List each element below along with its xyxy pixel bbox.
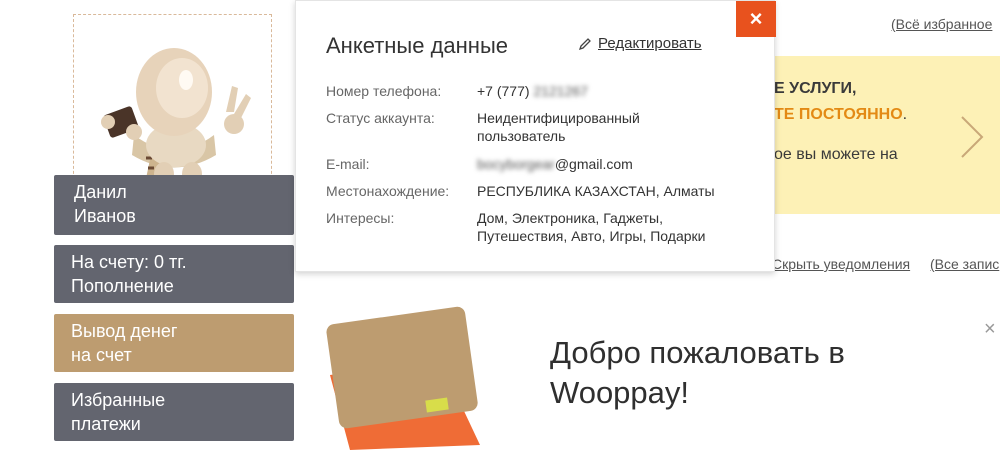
avatar-frame bbox=[73, 14, 272, 188]
promo-highlight: ТЕ ПОСТОЯННО bbox=[774, 106, 903, 123]
promo-highlight-period: . bbox=[902, 106, 908, 123]
welcome-title: Добро пожаловать в Wooppay! bbox=[550, 335, 845, 410]
user-name-panel[interactable]: Данил Иванов bbox=[54, 175, 294, 235]
promo-line-2: ТЕ ПОСТОЯННО. bbox=[774, 106, 907, 124]
all-favorites-link[interactable]: (Всё избранное bbox=[891, 16, 992, 32]
hide-notifications-link[interactable]: Скрыть уведомления bbox=[772, 256, 910, 272]
user-first-name: Данил bbox=[74, 182, 127, 202]
location-label: Местонахождение: bbox=[326, 183, 450, 199]
promo-line-1: Е УСЛУГИ, bbox=[774, 80, 857, 97]
edit-profile-link[interactable]: Редактировать bbox=[578, 35, 702, 52]
email-hidden: bocyborgear bbox=[477, 156, 555, 172]
user-last-name: Иванов bbox=[74, 206, 136, 226]
phone-label: Номер телефона: bbox=[326, 83, 442, 99]
popup-close-button[interactable]: × bbox=[736, 1, 776, 37]
promo-line-3: ое вы можете на bbox=[774, 146, 898, 163]
phone-hidden: 2121267 bbox=[533, 83, 588, 99]
interests-label: Интересы: bbox=[326, 210, 395, 226]
status-label: Статус аккаунта: bbox=[326, 110, 435, 126]
favorite-payments-button[interactable]: Избранные платежи bbox=[54, 383, 294, 441]
balance-button[interactable]: На счету: 0 тг. Пополнение bbox=[54, 245, 294, 303]
wallet-illustration bbox=[326, 306, 480, 450]
favorites-label-line1: Избранные bbox=[71, 390, 166, 410]
popup-title: Анкетные данные bbox=[326, 33, 509, 58]
withdraw-label-line1: Вывод денег bbox=[71, 321, 178, 341]
email-label: E-mail: bbox=[326, 156, 370, 172]
profile-popup: × Анкетные данные Редактировать Номер те… bbox=[295, 0, 776, 272]
withdraw-button[interactable]: Вывод денег на счет bbox=[54, 314, 294, 372]
edit-label: Редактировать bbox=[598, 35, 702, 52]
pencil-icon bbox=[578, 38, 591, 51]
location-value: РЕСПУБЛИКА КАЗАХСТАН, Алматы bbox=[477, 183, 715, 199]
all-records-link[interactable]: (Все запис bbox=[930, 256, 999, 272]
chevron-right-icon[interactable] bbox=[958, 114, 986, 160]
status-value: Неидентифицированный пользователь bbox=[477, 110, 640, 144]
phone-value: +7 (777) 2121267 bbox=[477, 82, 737, 100]
close-icon: × bbox=[749, 6, 763, 31]
withdraw-label-line2: на счет bbox=[71, 345, 132, 365]
promo-banner[interactable]: Е УСЛУГИ, ТЕ ПОСТОЯННО. ое вы можете на bbox=[740, 56, 1000, 214]
close-icon[interactable]: × bbox=[984, 318, 996, 341]
mascot-avatar bbox=[101, 48, 251, 188]
topup-label: Пополнение bbox=[71, 276, 174, 296]
email-visible: @gmail.com bbox=[554, 156, 633, 172]
balance-label: На счету: 0 тг. bbox=[71, 252, 187, 272]
phone-visible: +7 (777) bbox=[477, 83, 530, 99]
favorites-label-line2: платежи bbox=[71, 414, 141, 434]
email-value: bocyborgear@gmail.com bbox=[477, 155, 737, 173]
interests-value: Дом, Электроника, Гаджеты, Путешествия, … bbox=[477, 210, 706, 244]
